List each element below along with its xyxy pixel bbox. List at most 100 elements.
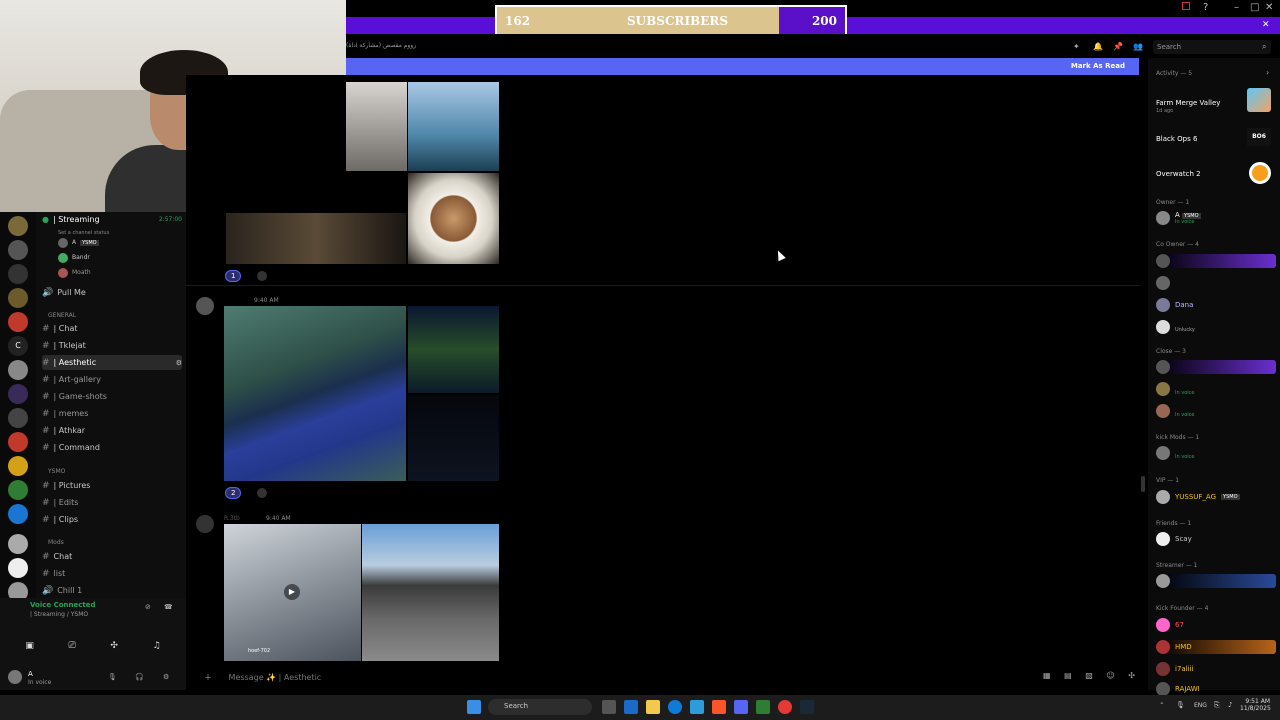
server-icon[interactable] [8,456,28,476]
activity-card[interactable]: Overwatch 2 [1152,158,1276,192]
channel-pull-me[interactable]: 🔊 Pull Me [42,285,182,300]
channel-memes[interactable]: # | memes [42,406,182,421]
taskbar-search[interactable]: Search [488,699,592,715]
bell-icon[interactable]: 🔔 [1093,42,1103,51]
member-row[interactable]: YUSSUF_AG YSMO [1156,490,1276,504]
attachment-image[interactable] [408,306,499,393]
language-indicator[interactable]: ENG [1194,702,1207,709]
discord-icon[interactable] [734,700,748,714]
channel-pictures[interactable]: # | Pictures [42,478,182,493]
server-icon[interactable] [8,360,28,380]
start-button[interactable] [467,700,481,714]
channel-list[interactable]: # list [42,566,182,581]
emoji-icon[interactable]: ☺ [1106,671,1114,680]
channel-tklejat[interactable]: # | Tklejat [42,338,182,353]
file-explorer-icon[interactable] [646,700,660,714]
store-icon[interactable] [690,700,704,714]
voice-user[interactable]: Bandr [58,250,198,265]
server-icon[interactable] [8,264,28,284]
inbox-icon[interactable] [1182,2,1190,10]
chevron-right-icon[interactable]: › [1266,68,1269,77]
member-row[interactable]: In voice [1156,382,1276,396]
member-row[interactable]: In voice [1156,446,1276,460]
obs-icon[interactable] [778,700,792,714]
member-row[interactable]: In voice [1156,404,1276,418]
server-icon[interactable] [8,534,28,554]
apps-icon[interactable]: ✣ [1128,671,1135,680]
channel-mods-chat[interactable]: # Chat [42,549,182,564]
channel-clips[interactable]: # | Clips [42,512,182,527]
volume-icon[interactable]: ♪ [1228,701,1232,709]
channel-game-shots[interactable]: # | Game-shots [42,389,182,404]
message-author[interactable]: R.3tb [224,515,240,522]
reaction-badge[interactable]: 1 [225,270,242,282]
server-icon[interactable] [8,288,28,308]
attachment-image[interactable] [408,173,499,264]
add-reaction-icon[interactable] [257,271,267,281]
member-row[interactable]: HMD [1156,640,1276,654]
brave-icon[interactable] [712,700,726,714]
voice-user[interactable]: A YSMO [58,235,198,250]
close-overlay-icon[interactable]: ✕ [1262,20,1270,30]
server-icon[interactable] [8,384,28,404]
category-ysmo[interactable]: YSMO [48,468,65,475]
server-icon[interactable] [8,312,28,332]
network-icon[interactable]: ⎘ [1214,701,1220,710]
member-row[interactable] [1156,276,1276,290]
member-row[interactable] [1156,360,1276,374]
attachment-image[interactable] [408,82,499,171]
maximize-button[interactable]: □ [1250,2,1259,13]
gift-icon[interactable]: ▦ [1043,671,1051,680]
member-row[interactable]: Unlucky [1156,320,1276,334]
server-icon[interactable] [8,480,28,500]
close-button[interactable]: ✕ [1265,2,1273,13]
gear-icon[interactable]: ⚙ [163,673,169,681]
members-icon[interactable]: 👥 [1133,42,1143,51]
channel-chill[interactable]: 🔊 Chill 1 [42,583,182,598]
minimize-button[interactable]: – [1234,2,1239,13]
member-row[interactable]: A YSMO In voice [1156,211,1276,225]
channel-edits[interactable]: # | Edits [42,495,182,510]
search-input[interactable]: Search [1153,40,1271,54]
sticker-icon[interactable]: ▧ [1085,671,1093,680]
reaction-badge[interactable]: 2 [225,487,242,499]
category-mods[interactable]: Mods [48,539,64,546]
member-row[interactable]: 67 [1156,618,1276,632]
voice-channel-path[interactable]: | Streaming / YSMO [30,611,88,618]
app-icon[interactable] [756,700,770,714]
server-icon[interactable] [8,216,28,236]
activity-card[interactable]: Black Ops 6 BO6 [1152,123,1276,157]
scrollbar-thumb[interactable] [1141,476,1145,492]
mark-as-read-button[interactable]: Mark As Read [1071,62,1125,70]
member-row[interactable] [1156,574,1276,588]
new-messages-banner[interactable]: Mark As Read [346,58,1139,75]
category-general[interactable]: GENERAL [48,312,76,319]
channel-chat[interactable]: # | Chat [42,321,182,336]
steam-icon[interactable] [800,700,814,714]
clock[interactable]: 9:51 AM 11/8/2025 [1240,698,1271,712]
attachment-image[interactable] [362,524,499,661]
mic-tray-icon[interactable]: 🎙 [1176,701,1185,709]
channel-art-gallery[interactable]: # | Art-gallery [42,372,182,387]
settings-icon[interactable]: ⚙ [176,359,182,367]
play-icon[interactable]: ▶ [284,584,300,600]
member-row[interactable]: Dana [1156,298,1276,312]
task-view-icon[interactable] [602,700,616,714]
voice-user[interactable]: Moath [58,265,198,280]
attach-icon[interactable]: ＋ [204,673,212,682]
server-icon[interactable] [8,240,28,260]
member-row[interactable]: RAJAWI [1156,682,1276,696]
avatar[interactable] [8,670,22,684]
attachment-image[interactable] [226,213,406,264]
add-reaction-icon[interactable] [257,488,267,498]
attachment-image[interactable] [224,306,406,481]
member-row[interactable]: Scay [1156,532,1276,546]
server-icon[interactable] [8,504,28,524]
camera-button[interactable]: ▣ [25,641,34,656]
edge-icon[interactable] [668,700,682,714]
activity-card[interactable]: Farm Merge Valley 1d ago [1152,86,1276,120]
help-icon[interactable]: ? [1203,2,1208,13]
mic-icon[interactable]: 🎙 [108,673,117,681]
noise-suppression-icon[interactable]: ⊘ [145,603,151,611]
soundboard-button[interactable]: ♫ [153,641,161,656]
